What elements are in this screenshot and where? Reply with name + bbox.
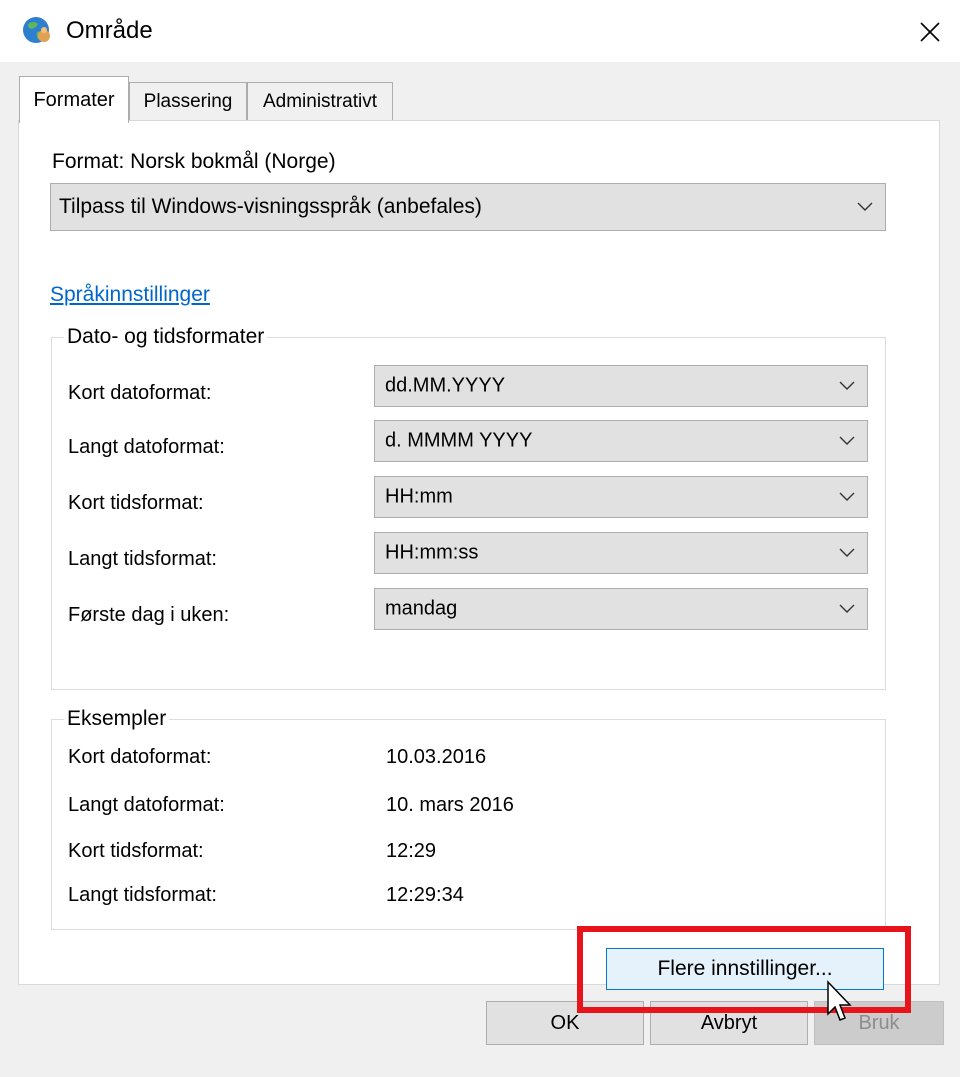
chevron-down-icon xyxy=(857,202,873,211)
short-time-label: Kort tidsformat: xyxy=(68,492,204,514)
tab-label: Plassering xyxy=(143,91,233,112)
window-title: Område xyxy=(66,17,153,44)
examples-title: Eksempler xyxy=(64,707,170,731)
close-icon xyxy=(920,22,940,42)
tab-plassering[interactable]: Plassering xyxy=(129,82,247,121)
format-dropdown-value: Tilpass til Windows-visningsspråk (anbef… xyxy=(59,195,482,218)
tab-formater[interactable]: Formater xyxy=(19,76,129,123)
language-settings-link[interactable]: Språkinnstillinger xyxy=(50,283,210,307)
example-short-date-label: Kort datoformat: xyxy=(68,746,212,768)
format-label: Format: Norsk bokmål (Norge) xyxy=(52,150,336,173)
tab-label: Administrativt xyxy=(262,91,378,112)
first-day-dropdown[interactable]: mandag xyxy=(374,588,868,630)
long-date-value: d. MMMM YYYY xyxy=(385,429,533,452)
short-time-dropdown[interactable]: HH:mm xyxy=(374,476,868,518)
apply-label: Bruk xyxy=(858,1011,900,1034)
chevron-down-icon xyxy=(839,381,855,390)
tab-administrativt[interactable]: Administrativt xyxy=(247,82,393,121)
short-time-value: HH:mm xyxy=(385,485,453,508)
globe-people-icon xyxy=(23,17,50,43)
cancel-label: Avbryt xyxy=(700,1011,758,1034)
short-date-value: dd.MM.YYYY xyxy=(385,374,506,397)
ok-label: OK xyxy=(550,1011,580,1034)
example-long-time-label: Langt tidsformat: xyxy=(68,884,217,906)
short-date-dropdown[interactable]: dd.MM.YYYY xyxy=(374,365,868,407)
example-short-time-value: 12:29 xyxy=(386,840,437,862)
ok-button[interactable]: OK xyxy=(486,1001,644,1045)
chevron-down-icon xyxy=(839,492,855,501)
long-date-label: Langt datoformat: xyxy=(68,436,225,458)
long-time-dropdown[interactable]: HH:mm:ss xyxy=(374,532,868,574)
long-time-label: Langt tidsformat: xyxy=(68,548,217,570)
more-settings-label: Flere innstillinger... xyxy=(657,957,833,980)
mouse-cursor-icon xyxy=(827,980,852,1021)
tab-label: Formater xyxy=(33,88,115,111)
example-short-date-value: 10.03.2016 xyxy=(386,746,487,768)
long-date-dropdown[interactable]: d. MMMM YYYY xyxy=(374,420,868,462)
example-long-date-label: Langt datoformat: xyxy=(68,794,225,816)
chevron-down-icon xyxy=(839,436,855,445)
chevron-down-icon xyxy=(839,604,855,613)
chevron-down-icon xyxy=(839,548,855,557)
example-long-time-value: 12:29:34 xyxy=(386,884,464,906)
close-button[interactable] xyxy=(912,14,948,50)
date-time-formats-title: Dato- og tidsformater xyxy=(64,325,268,349)
long-time-value: HH:mm:ss xyxy=(385,541,479,564)
example-short-time-label: Kort tidsformat: xyxy=(68,840,204,862)
first-day-value: mandag xyxy=(385,597,458,620)
title-bar: Område xyxy=(0,0,960,62)
example-long-date-value: 10. mars 2016 xyxy=(386,794,514,816)
format-dropdown[interactable]: Tilpass til Windows-visningsspråk (anbef… xyxy=(50,183,886,231)
cancel-button[interactable]: Avbryt xyxy=(650,1001,808,1045)
first-day-label: Første dag i uken: xyxy=(68,604,230,626)
short-date-label: Kort datoformat: xyxy=(68,382,212,404)
